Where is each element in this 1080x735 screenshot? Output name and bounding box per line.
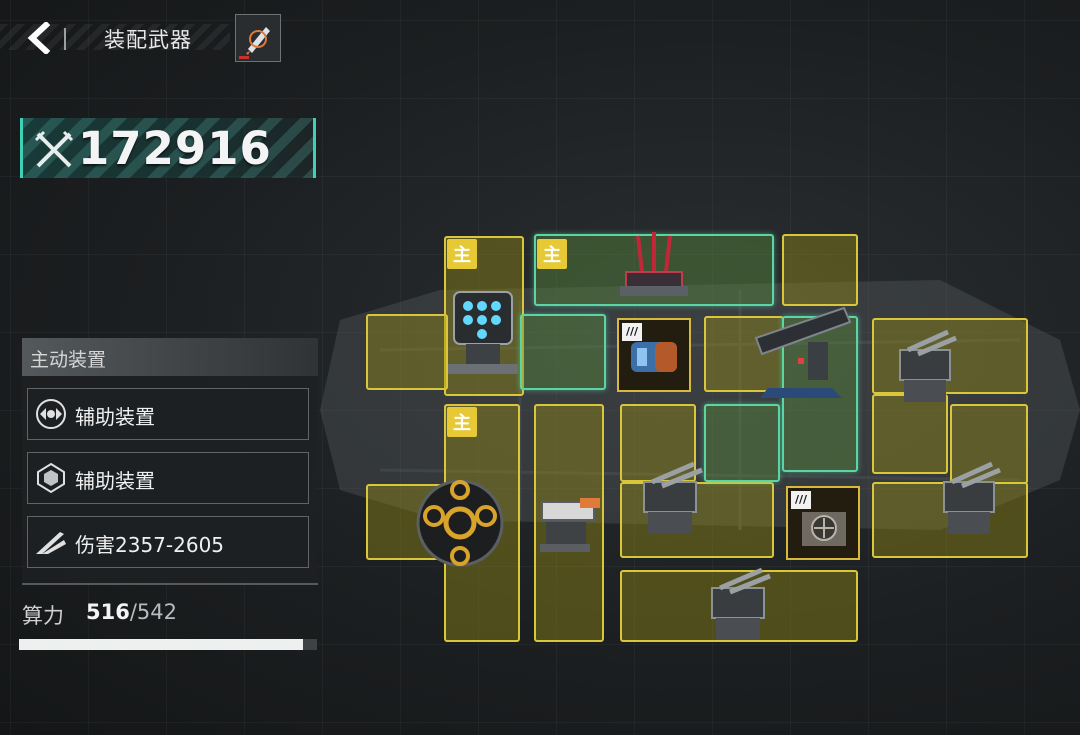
slot-tile[interactable] [704,404,780,482]
slot-tile[interactable] [366,314,448,390]
equipment-grid: 主 主 主 /// /// [0,0,1080,735]
main-badge: 主 [537,239,567,269]
railgun-item[interactable] [748,298,854,406]
main-badge: 主 [447,407,477,437]
cannon-item[interactable] [536,488,606,556]
module-card-fan[interactable]: /// [786,486,860,560]
main-badge: 主 [447,239,477,269]
slot-tile[interactable] [520,314,606,390]
battery-module-icon [631,342,677,372]
fan-module-icon [802,512,846,546]
turret-item[interactable] [888,330,962,410]
antenna-tower-item[interactable] [616,232,692,302]
missile-pod-item[interactable] [440,286,528,382]
turret-item[interactable] [932,460,1008,540]
slot-tile[interactable] [782,234,858,306]
turret-item[interactable] [700,566,780,646]
module-card-battery[interactable]: /// [617,318,691,392]
sphere-module-item[interactable] [414,476,506,570]
turret-item[interactable] [632,460,712,540]
